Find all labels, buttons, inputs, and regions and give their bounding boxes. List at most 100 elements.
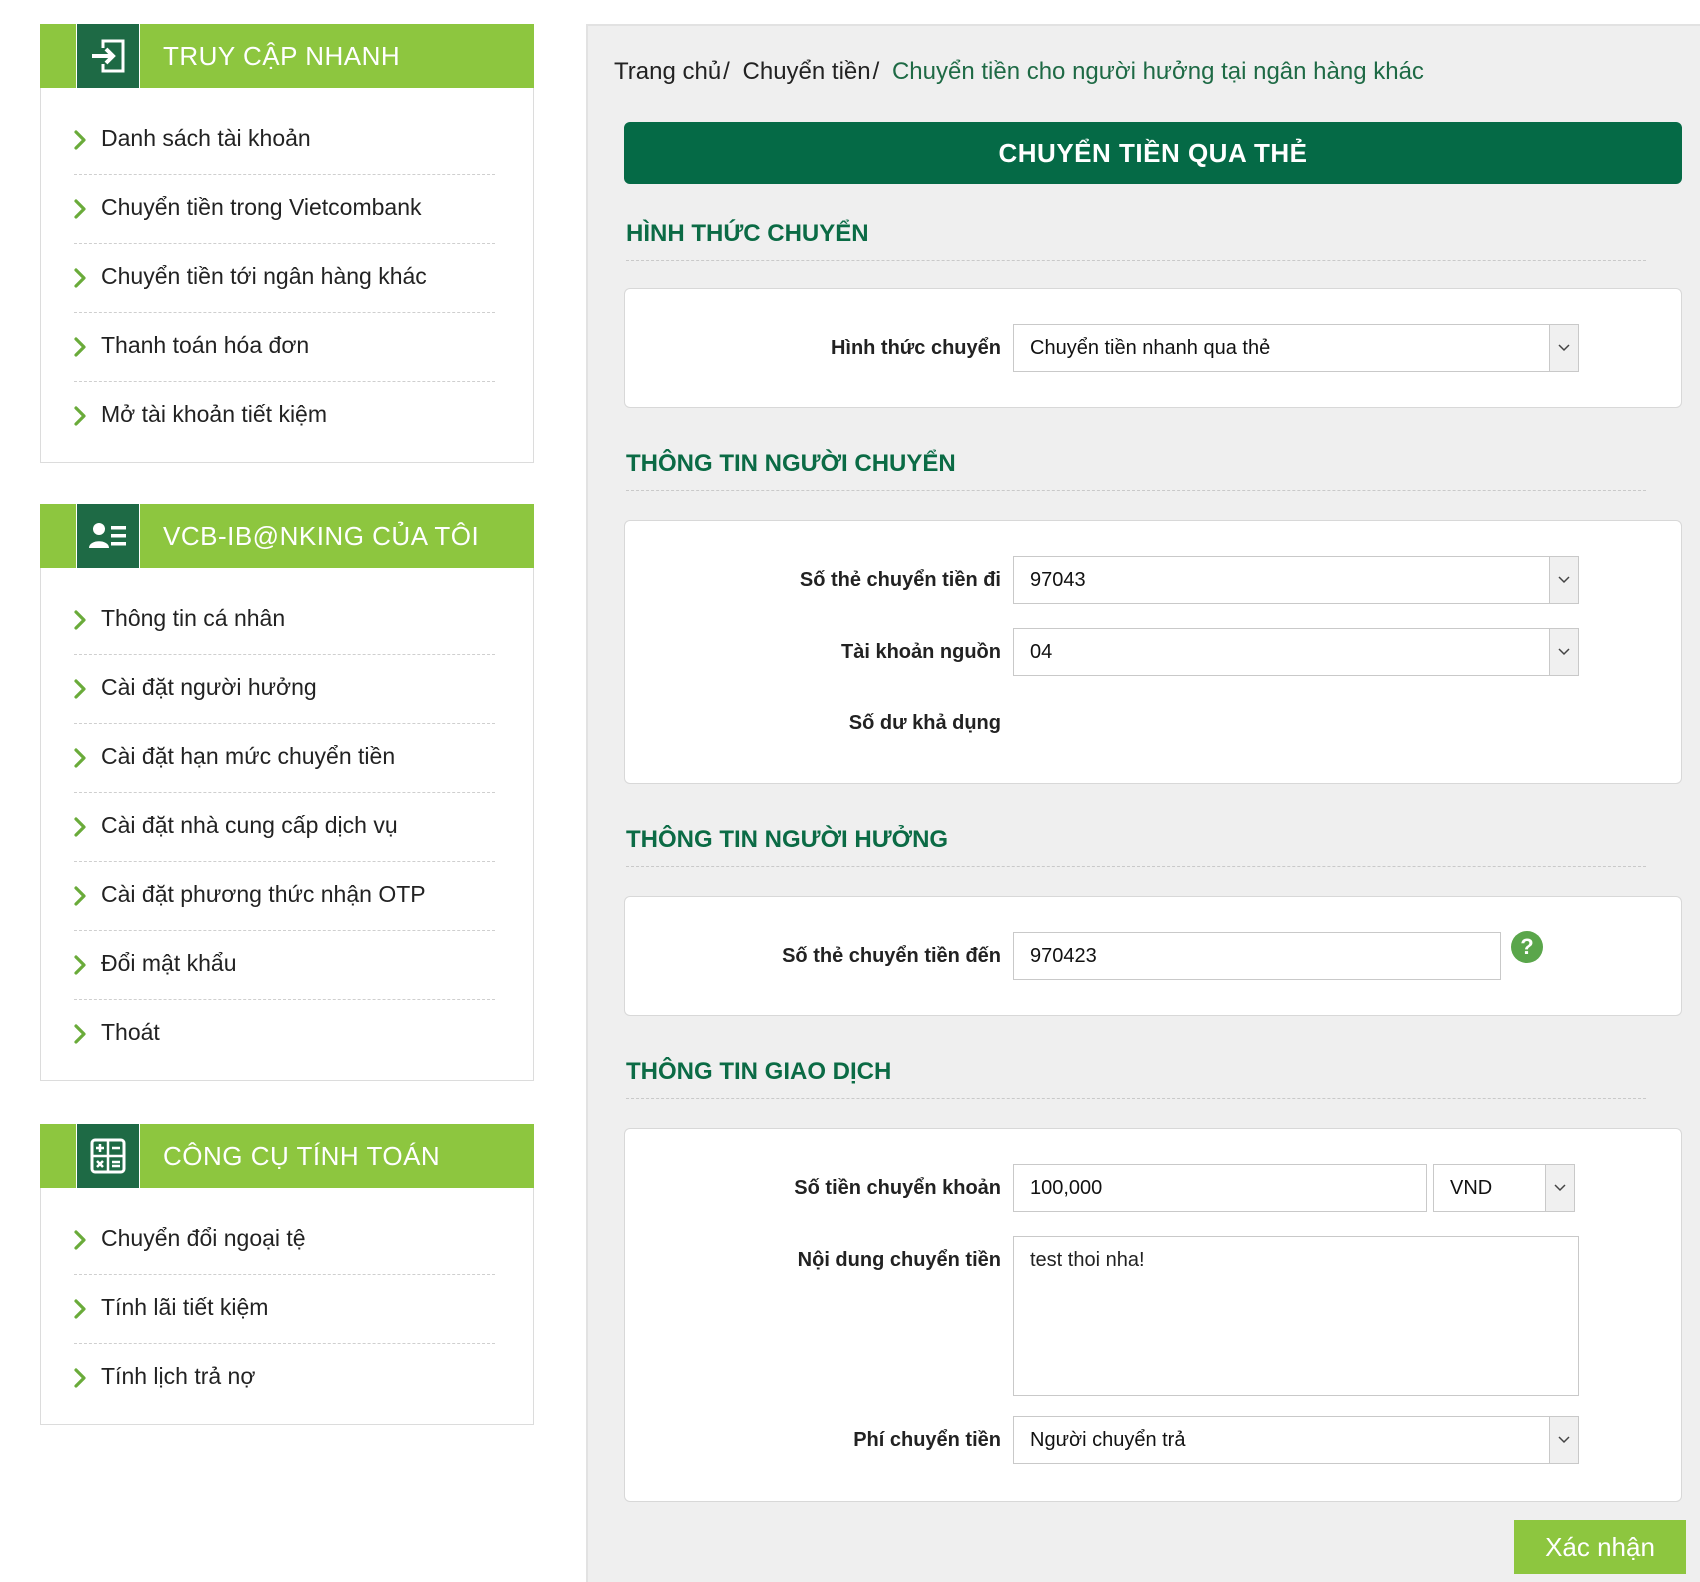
fee-value: Người chuyển trả [1030, 1429, 1186, 1451]
chevron-right-icon [74, 406, 86, 426]
menu-item-loan-schedule[interactable]: Tính lịch trả nợ [74, 1344, 495, 1412]
menu-item-label: Danh sách tài khoản [101, 125, 311, 151]
my-banking-panel: VCB-IB@NKING CỦA TÔI Thông tin cá nhân C… [40, 504, 534, 1081]
confirm-button[interactable]: Xác nhận [1514, 1520, 1686, 1574]
available-balance-label: Số dư khả dụng [848, 712, 1001, 734]
main-content: Trang chủ/ Chuyển tiền/ Chuyển tiền cho … [586, 24, 1700, 1582]
fee-label: Phí chuyển tiền [853, 1429, 1001, 1451]
tools-title: CÔNG CỤ TÍNH TOÁN [163, 1141, 441, 1171]
breadcrumb-current: Chuyển tiền cho người hưởng tại ngân hàn… [891, 58, 1424, 85]
content-textarea[interactable]: test thoi nha! [1013, 1236, 1579, 1396]
chevron-right-icon [74, 337, 86, 357]
breadcrumb-transfer[interactable]: Chuyển tiền [743, 58, 871, 85]
menu-item-label: Chuyển tiền tới ngân hàng khác [101, 263, 427, 289]
amount-input[interactable]: 100,000 [1013, 1164, 1427, 1212]
menu-item-logout[interactable]: Thoát [74, 1000, 495, 1068]
content-label: Nội dung chuyển tiền [797, 1249, 1001, 1271]
chevron-down-icon [1549, 557, 1578, 603]
calculator-icon [76, 1124, 140, 1188]
source-card-value: 97043 [1030, 569, 1086, 591]
method-card: Hình thức chuyển Chuyển tiền nhanh qua t… [624, 288, 1682, 408]
menu-item-otp-method[interactable]: Cài đặt phương thức nhận OTP [74, 862, 495, 931]
my-banking-header: VCB-IB@NKING CỦA TÔI [40, 504, 534, 568]
method-label: Hình thức chuyển [830, 337, 1001, 359]
menu-item-label: Tính lịch trả nợ [101, 1363, 256, 1389]
chevron-right-icon [74, 1024, 86, 1044]
user-profile-icon [76, 504, 140, 568]
menu-item-label: Thoát [101, 1019, 160, 1045]
amount-label: Số tiền chuyển khoản [794, 1177, 1001, 1199]
chevron-right-icon [74, 1230, 86, 1250]
my-banking-list: Thông tin cá nhân Cài đặt người hưởng Cà… [40, 568, 534, 1081]
sender-card: Số thẻ chuyển tiền đi 97043 Tài khoản ng… [624, 520, 1682, 784]
menu-item-label: Chuyển đổi ngoại tệ [101, 1225, 306, 1251]
chevron-right-icon [74, 886, 86, 906]
beneficiary-card-label: Số thẻ chuyển tiền đến [782, 945, 1001, 967]
menu-item-label: Cài đặt nhà cung cấp dịch vụ [101, 812, 398, 838]
menu-item-service-providers[interactable]: Cài đặt nhà cung cấp dịch vụ [74, 793, 495, 862]
chevron-right-icon [74, 748, 86, 768]
menu-item-label: Cài đặt hạn mức chuyển tiền [101, 743, 396, 769]
chevron-right-icon [74, 679, 86, 699]
menu-item-transfer-other-bank[interactable]: Chuyển tiền tới ngân hàng khác [74, 244, 495, 313]
quick-access-title: TRUY CẬP NHANH [163, 41, 401, 71]
breadcrumb-separator: / [723, 58, 730, 85]
menu-item-label: Đổi mật khẩu [101, 950, 237, 976]
source-account-label: Tài khoản nguồn [841, 641, 1001, 663]
chevron-right-icon [74, 1299, 86, 1319]
login-arrow-icon [76, 24, 140, 88]
menu-item-transfer-internal[interactable]: Chuyển tiền trong Vietcombank [74, 175, 495, 244]
quick-access-header: TRUY CẬP NHANH [40, 24, 534, 88]
menu-item-currency-converter[interactable]: Chuyển đổi ngoại tệ [74, 1206, 495, 1275]
menu-item-label: Tính lãi tiết kiệm [101, 1294, 269, 1320]
menu-item-transfer-limit[interactable]: Cài đặt hạn mức chuyển tiền [74, 724, 495, 793]
chevron-right-icon [74, 1368, 86, 1388]
method-select[interactable]: Chuyển tiền nhanh qua thẻ [1013, 324, 1579, 372]
menu-item-label: Mở tài khoản tiết kiệm [101, 401, 328, 427]
menu-item-label: Thanh toán hóa đơn [101, 332, 310, 358]
menu-item-change-password[interactable]: Đổi mật khẩu [74, 931, 495, 1000]
beneficiary-card: Số thẻ chuyển tiền đến 970423 ? [624, 896, 1682, 1016]
menu-item-label: Cài đặt người hưởng [101, 674, 317, 700]
quick-access-panel: TRUY CẬP NHANH Danh sách tài khoản Chuyể… [40, 24, 534, 463]
chevron-down-icon [1549, 1417, 1578, 1463]
menu-item-open-savings[interactable]: Mở tài khoản tiết kiệm [74, 382, 495, 450]
my-banking-title: VCB-IB@NKING CỦA TÔI [163, 521, 480, 551]
help-icon[interactable]: ? [1511, 931, 1543, 963]
chevron-right-icon [74, 610, 86, 630]
fee-select[interactable]: Người chuyển trả [1013, 1416, 1579, 1464]
menu-item-beneficiary-settings[interactable]: Cài đặt người hưởng [74, 655, 495, 724]
currency-select[interactable]: VND [1433, 1164, 1575, 1212]
chevron-down-icon [1549, 629, 1578, 675]
menu-item-personal-info[interactable]: Thông tin cá nhân [74, 586, 495, 655]
menu-item-label: Cài đặt phương thức nhận OTP [101, 881, 426, 907]
page-title-banner: CHUYỂN TIỀN QUA THẺ [624, 122, 1682, 184]
section-title-sender: THÔNG TIN NGƯỜI CHUYỂN [626, 450, 1646, 491]
breadcrumb: Trang chủ/ Chuyển tiền/ Chuyển tiền cho … [614, 58, 1424, 86]
menu-item-account-list[interactable]: Danh sách tài khoản [74, 106, 495, 175]
chevron-right-icon [74, 130, 86, 150]
menu-item-bill-payment[interactable]: Thanh toán hóa đơn [74, 313, 495, 382]
source-account-select[interactable]: 04 [1013, 628, 1579, 676]
chevron-right-icon [74, 199, 86, 219]
menu-item-label: Thông tin cá nhân [101, 605, 286, 631]
chevron-right-icon [74, 268, 86, 288]
source-card-select[interactable]: 97043 [1013, 556, 1579, 604]
menu-item-savings-interest[interactable]: Tính lãi tiết kiệm [74, 1275, 495, 1344]
transaction-card: Số tiền chuyển khoản 100,000 VND Nội dun… [624, 1128, 1682, 1502]
chevron-down-icon [1549, 325, 1578, 371]
tools-list: Chuyển đổi ngoại tệ Tính lãi tiết kiệm T… [40, 1188, 534, 1425]
source-account-value: 04 [1030, 641, 1053, 663]
beneficiary-card-input[interactable]: 970423 [1013, 932, 1501, 980]
chevron-down-icon [1545, 1165, 1574, 1211]
breadcrumb-home[interactable]: Trang chủ [614, 58, 721, 85]
breadcrumb-separator: / [872, 58, 880, 85]
currency-value: VND [1450, 1177, 1493, 1199]
sender-card-label: Số thẻ chuyển tiền đi [799, 569, 1001, 591]
menu-item-label: Chuyển tiền trong Vietcombank [101, 194, 422, 220]
chevron-right-icon [74, 817, 86, 837]
tools-panel: CÔNG CỤ TÍNH TOÁN Chuyển đổi ngoại tệ Tí… [40, 1124, 534, 1425]
quick-access-list: Danh sách tài khoản Chuyển tiền trong Vi… [40, 88, 534, 463]
section-title-method: HÌNH THỨC CHUYỂN [626, 220, 1646, 261]
section-title-beneficiary: THÔNG TIN NGƯỜI HƯỞNG [626, 826, 1646, 867]
